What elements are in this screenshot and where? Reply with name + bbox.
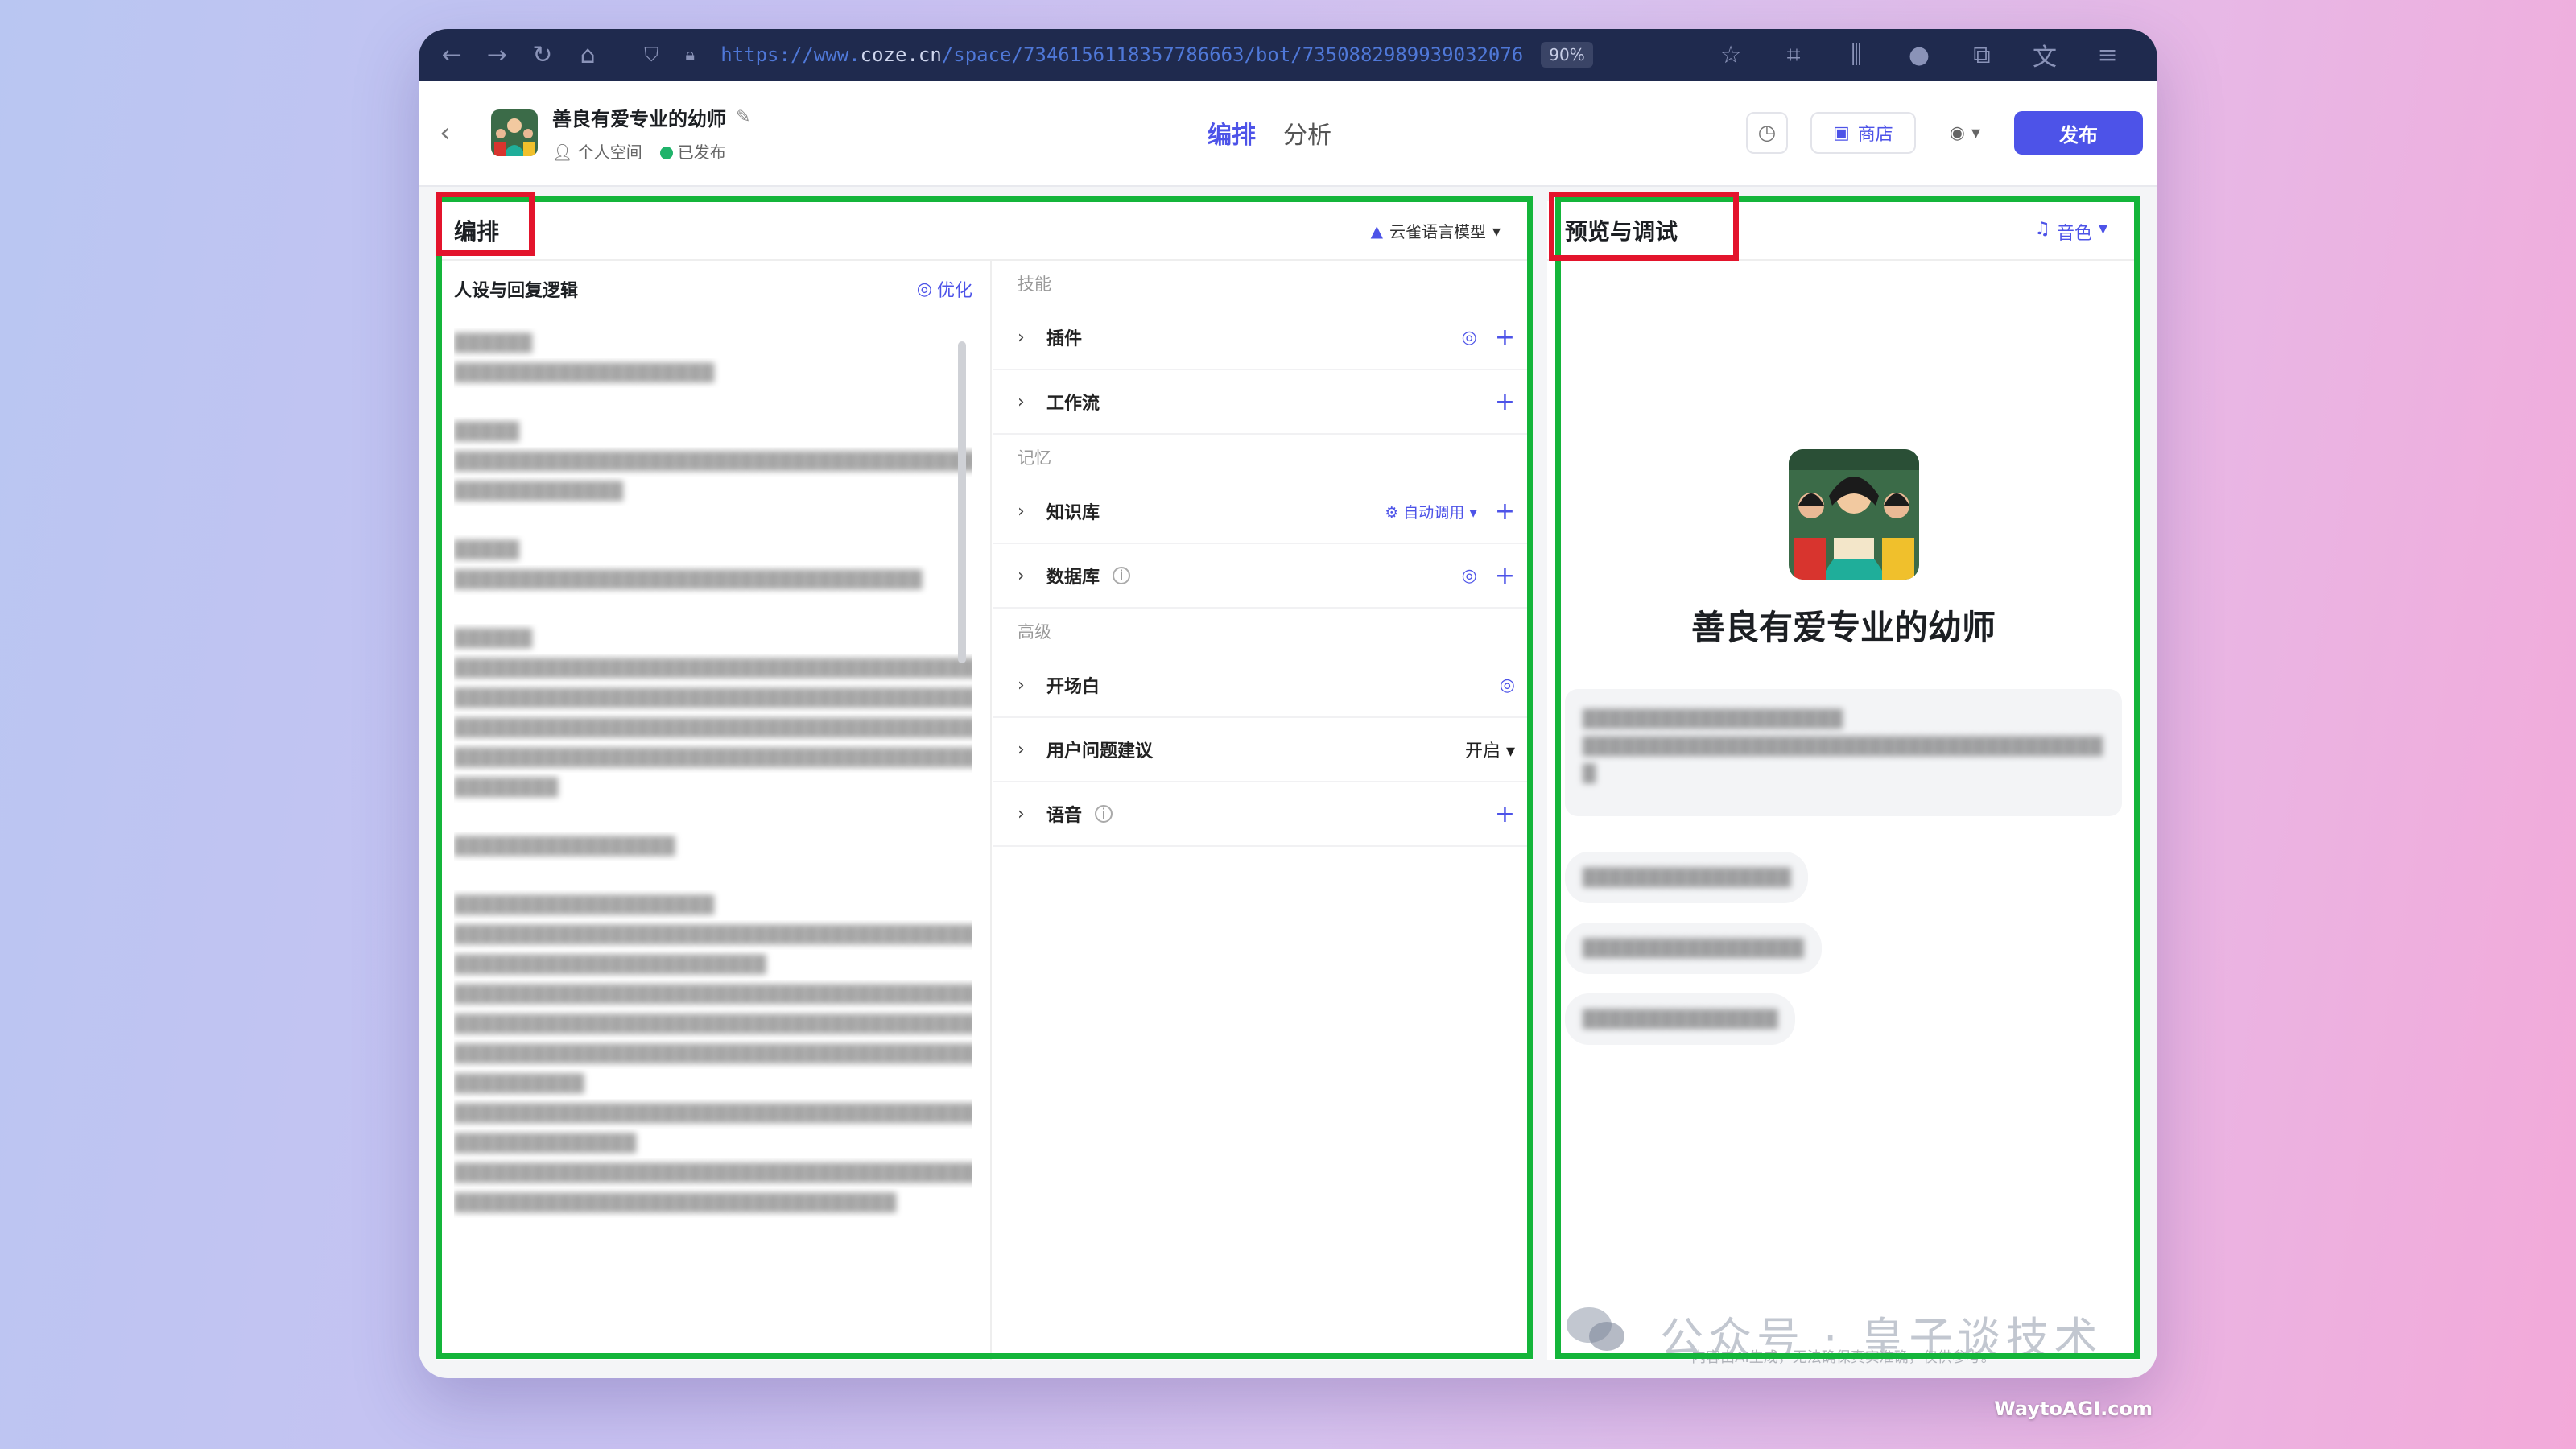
- tab-analyze[interactable]: 分析: [1283, 115, 1331, 151]
- url-text: https://www.coze.cn/space/73461561183577…: [720, 43, 1524, 66]
- workspace-label: 👤︎ 个人空间: [552, 142, 642, 162]
- star-icon[interactable]: ☆: [1713, 37, 1748, 72]
- back-chevron-icon[interactable]: ‹: [440, 117, 472, 149]
- user-avatar-icon: ◉: [1949, 122, 1965, 143]
- annotation-red-box: [1549, 192, 1739, 261]
- bot-avatar: [491, 109, 538, 156]
- forward-arrow-icon[interactable]: →: [481, 37, 512, 72]
- browser-toolbar: ← → ↻ ⌂ ⛉ 🔒︎ https://www.coze.cn/space/7…: [419, 29, 2157, 80]
- tab-arrange[interactable]: 编排: [1208, 115, 1256, 151]
- zoom-level[interactable]: 90%: [1541, 42, 1593, 68]
- home-icon[interactable]: ⌂: [572, 37, 603, 72]
- browser-window: ← → ↻ ⌂ ⛉ 🔒︎ https://www.coze.cn/space/7…: [419, 29, 2157, 1378]
- extensions-icon[interactable]: ⧉: [1964, 37, 2000, 72]
- menu-icon[interactable]: ≡: [2090, 37, 2125, 72]
- account-icon[interactable]: ●: [1901, 37, 1937, 72]
- edit-icon[interactable]: ✎: [736, 107, 750, 127]
- history-icon[interactable]: ◷: [1745, 112, 1788, 154]
- app-header: ‹ 善良有爱专业的幼师 ✎ 👤︎ 个人空间 已发布 编排 分析 ◷ ▣ 商店 ◉…: [419, 80, 2157, 187]
- library-icon[interactable]: ⫼: [1839, 37, 1874, 72]
- publish-button[interactable]: 发布: [2014, 111, 2143, 155]
- back-arrow-icon[interactable]: ←: [436, 37, 467, 72]
- reload-icon[interactable]: ↻: [527, 37, 558, 72]
- crop-icon[interactable]: ⌗: [1776, 37, 1811, 72]
- store-icon: ▣: [1832, 122, 1850, 143]
- address-bar[interactable]: ⛉ 🔒︎ https://www.coze.cn/space/734615611…: [634, 37, 1713, 72]
- person-icon: 👤︎: [552, 142, 573, 162]
- annotation-green-box: [436, 196, 1533, 1359]
- store-button[interactable]: ▣ 商店: [1810, 112, 1916, 154]
- lock-icon: 🔒︎: [685, 44, 696, 65]
- bot-name: 善良有爱专业的幼师: [552, 108, 726, 130]
- check-circle-icon: [659, 147, 673, 159]
- translate-icon[interactable]: 文: [2027, 37, 2062, 72]
- chevron-down-icon: ▾: [1971, 122, 1980, 143]
- credit-text: WaytoAGI.com: [1994, 1397, 2153, 1420]
- annotation-red-box: [436, 192, 535, 256]
- annotation-green-box: [1555, 196, 2140, 1359]
- user-menu[interactable]: ◉ ▾: [1938, 112, 1992, 154]
- shield-icon: ⛉: [644, 43, 659, 66]
- status-badge: 已发布: [659, 139, 726, 163]
